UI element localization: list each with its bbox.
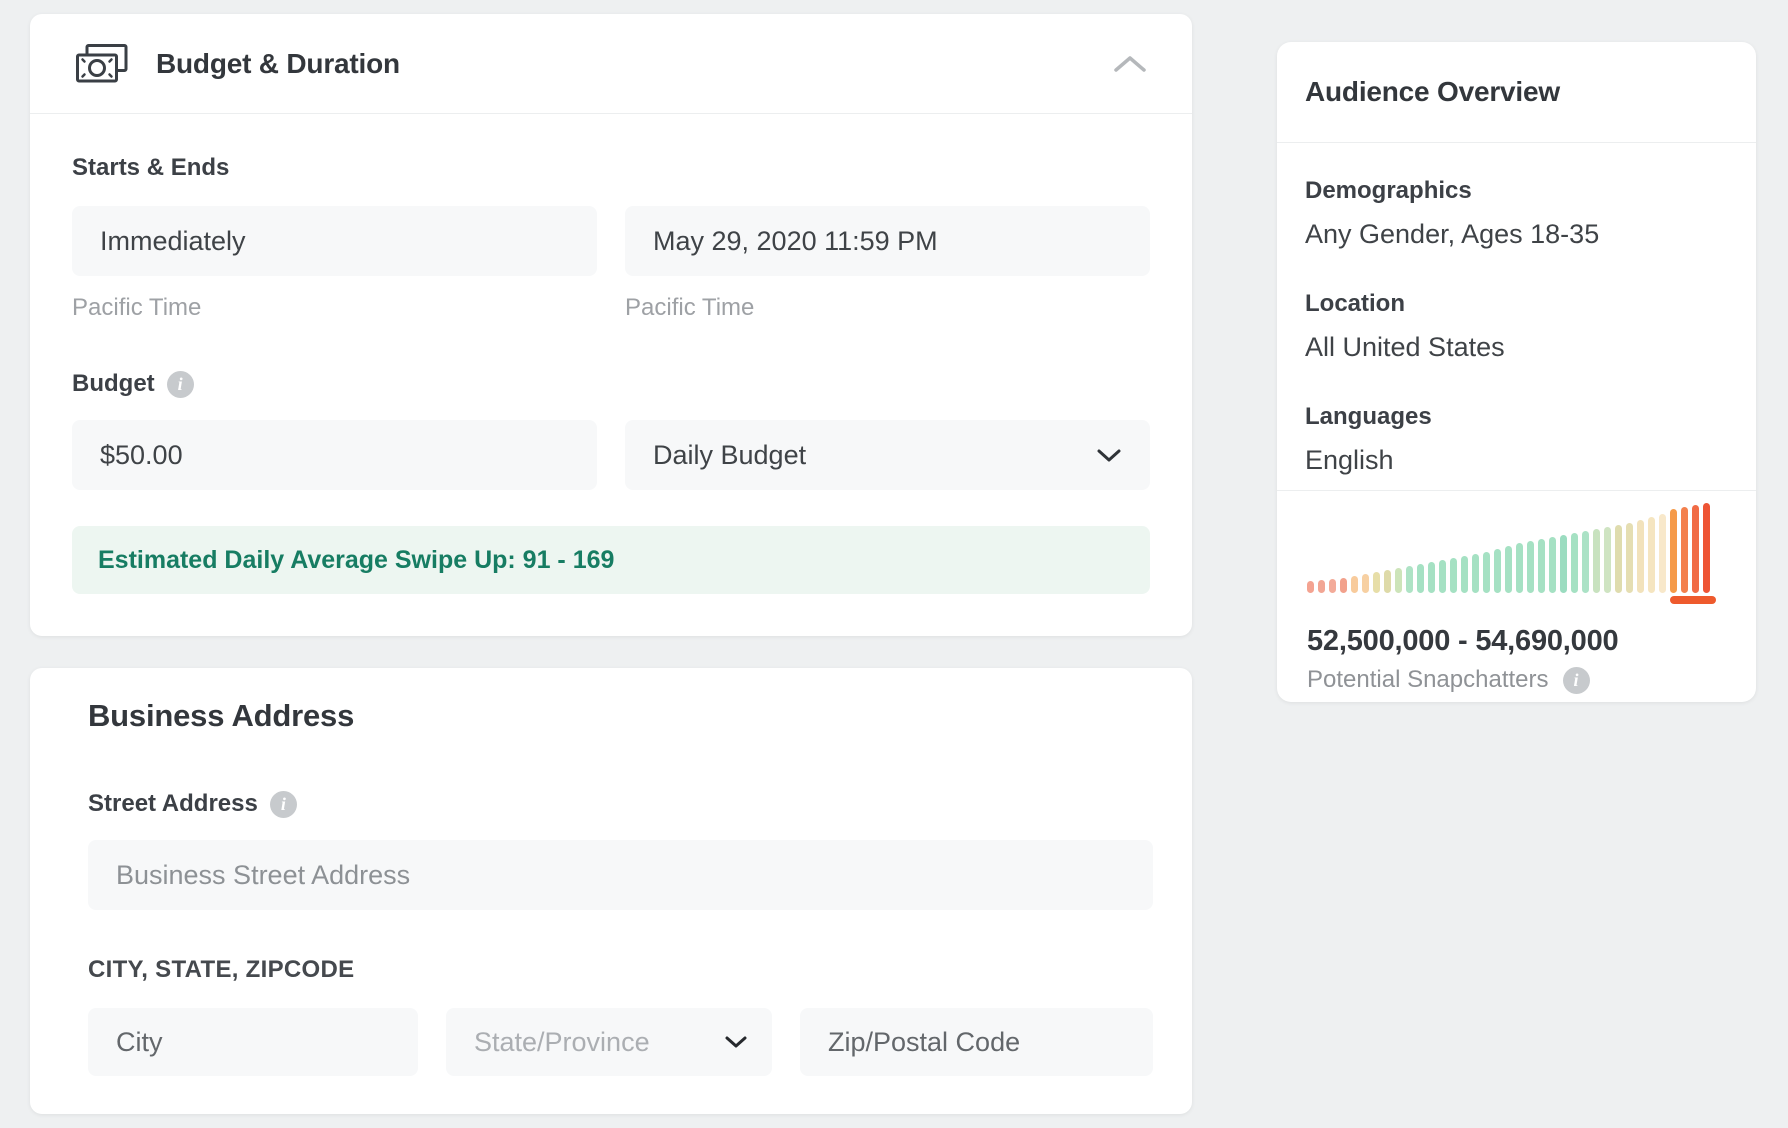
reach-range-value: 52,500,000 - 54,690,000 xyxy=(1307,625,1618,658)
business-address-card: Business Address Street Address i CITY, … xyxy=(30,668,1192,1114)
audience-reach-chart xyxy=(1307,501,1727,600)
end-time-field[interactable]: May 29, 2020 11:59 PM xyxy=(625,206,1150,276)
reach-bar xyxy=(1406,566,1413,593)
potential-snapchatters-label: Potential Snapchatters xyxy=(1307,666,1549,694)
chevron-up-icon xyxy=(1113,55,1147,73)
reach-bar xyxy=(1461,556,1468,593)
reach-bar xyxy=(1307,581,1314,593)
budget-duration-title: Budget & Duration xyxy=(156,48,400,80)
reach-bar xyxy=(1395,568,1402,593)
reach-bar xyxy=(1318,580,1325,593)
reach-bar xyxy=(1538,539,1545,593)
budget-duration-body: Starts & Ends Immediately Pacific Time M… xyxy=(30,114,1192,594)
languages-value: English xyxy=(1305,445,1728,476)
reach-bar xyxy=(1604,527,1611,593)
reach-bar xyxy=(1527,541,1534,593)
page: Budget & Duration Starts & Ends Immediat… xyxy=(0,0,1788,1128)
reach-bar xyxy=(1637,520,1644,593)
street-address-info-icon[interactable]: i xyxy=(270,791,297,818)
reach-bar xyxy=(1450,558,1457,593)
zip-postal-input[interactable] xyxy=(800,1008,1153,1076)
state-province-placeholder: State/Province xyxy=(474,1027,650,1058)
reach-bar xyxy=(1329,579,1336,593)
reach-bar xyxy=(1417,564,1424,593)
start-time-value: Immediately xyxy=(100,226,246,257)
potential-snapchatters-info-icon[interactable]: i xyxy=(1563,667,1590,694)
collapse-section-button[interactable] xyxy=(1108,47,1152,81)
money-icon xyxy=(74,42,130,86)
reach-bar xyxy=(1351,576,1358,593)
reach-bar xyxy=(1516,543,1523,593)
street-address-input[interactable] xyxy=(88,840,1153,910)
reach-bar xyxy=(1670,509,1677,593)
street-address-label: Street Address xyxy=(88,790,258,818)
reach-bar xyxy=(1659,514,1666,593)
start-time-field[interactable]: Immediately xyxy=(72,206,597,276)
budget-duration-card: Budget & Duration Starts & Ends Immediat… xyxy=(30,14,1192,636)
start-timezone-caption: Pacific Time xyxy=(72,294,597,322)
reach-bar xyxy=(1439,560,1446,593)
budget-label: Budget xyxy=(72,370,155,398)
budget-duration-header: Budget & Duration xyxy=(30,14,1192,114)
chevron-down-icon xyxy=(724,1035,748,1049)
reach-bar xyxy=(1582,531,1589,593)
budget-type-selected-value: Daily Budget xyxy=(653,440,806,471)
starts-ends-label: Starts & Ends xyxy=(72,154,1150,182)
audience-overview-title: Audience Overview xyxy=(1305,76,1560,108)
audience-overview-card: Audience Overview Demographics Any Gende… xyxy=(1277,42,1756,702)
chevron-down-icon xyxy=(1096,448,1122,463)
reach-bar xyxy=(1703,503,1710,593)
end-time-value: May 29, 2020 11:59 PM xyxy=(653,226,938,257)
demographics-value: Any Gender, Ages 18-35 xyxy=(1305,219,1728,250)
reach-bar xyxy=(1384,570,1391,593)
budget-amount-value: $50.00 xyxy=(100,440,183,471)
reach-bar xyxy=(1648,517,1655,593)
location-label: Location xyxy=(1305,290,1728,318)
budget-type-select[interactable]: Daily Budget xyxy=(625,420,1150,490)
city-input[interactable] xyxy=(88,1008,418,1076)
reach-bar xyxy=(1681,507,1688,593)
reach-bar xyxy=(1362,574,1369,593)
location-value: All United States xyxy=(1305,332,1728,363)
reach-bar xyxy=(1340,578,1347,593)
end-timezone-caption: Pacific Time xyxy=(625,294,1150,322)
reach-bar xyxy=(1428,562,1435,593)
demographics-label: Demographics xyxy=(1305,177,1728,205)
reach-gradient-bars xyxy=(1307,501,1727,593)
reach-bar xyxy=(1373,572,1380,593)
reach-highlight-underline xyxy=(1670,596,1716,604)
reach-bar xyxy=(1549,537,1556,593)
reach-bar xyxy=(1626,523,1633,593)
swipe-up-estimate-banner: Estimated Daily Average Swipe Up: 91 - 1… xyxy=(72,526,1150,594)
reach-bar xyxy=(1483,552,1490,593)
swipe-up-estimate-text: Estimated Daily Average Swipe Up: 91 - 1… xyxy=(98,546,614,575)
reach-bar xyxy=(1615,525,1622,593)
reach-bar xyxy=(1593,529,1600,593)
reach-bar xyxy=(1560,535,1567,593)
reach-bar xyxy=(1505,546,1512,593)
city-state-zip-label: CITY, STATE, ZIPCODE xyxy=(88,956,1153,984)
languages-label: Languages xyxy=(1305,403,1728,431)
reach-bar xyxy=(1571,533,1578,593)
budget-info-icon[interactable]: i xyxy=(167,371,194,398)
reach-bar xyxy=(1692,505,1699,593)
divider xyxy=(1277,490,1756,491)
state-province-select[interactable]: State/Province xyxy=(446,1008,772,1076)
reach-bar xyxy=(1472,554,1479,593)
budget-amount-field[interactable]: $50.00 xyxy=(72,420,597,490)
reach-bar xyxy=(1494,549,1501,593)
business-address-title: Business Address xyxy=(88,698,1153,734)
